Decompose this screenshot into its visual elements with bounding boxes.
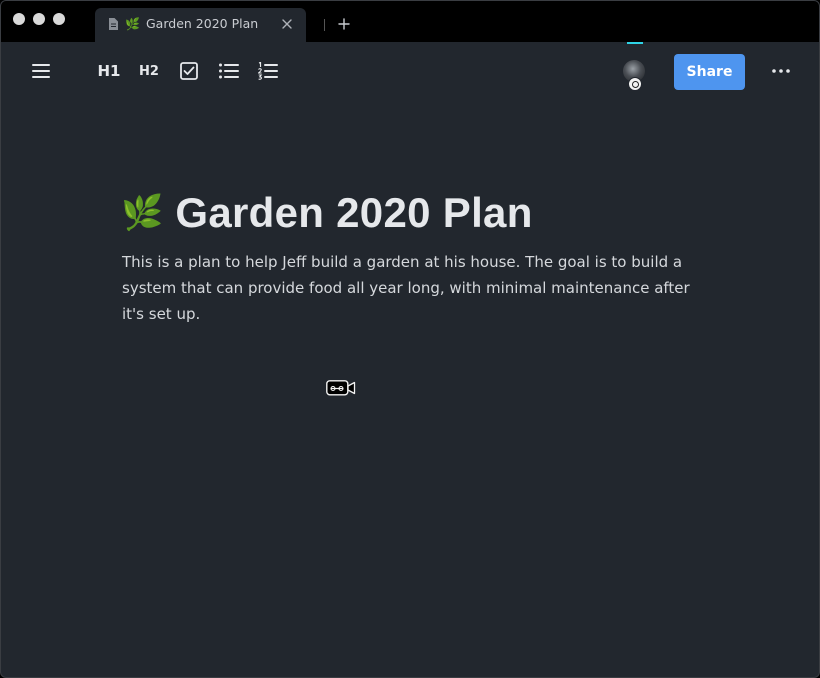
bulleted-list-button[interactable] [217, 59, 241, 83]
leaf-emoji-icon: 🌿 [121, 193, 164, 233]
tab-garden-plan[interactable]: 🌿 Garden 2020 Plan [95, 8, 306, 42]
tab-divider [324, 19, 325, 31]
heading-1-button[interactable]: H1 [96, 59, 122, 83]
document-icon [109, 18, 118, 30]
presence-badge [628, 77, 642, 91]
close-icon[interactable] [281, 18, 293, 30]
share-button[interactable]: Share [674, 54, 745, 90]
page-title[interactable]: 🌿 Garden 2020 Plan [121, 188, 533, 238]
document-title-text: Garden 2020 Plan [175, 189, 533, 236]
more-horizontal-icon [772, 69, 790, 73]
editor-toolbar: H1 H2 Share [1, 42, 819, 100]
checkbox-icon [180, 62, 198, 80]
more-options-button[interactable] [769, 59, 793, 83]
checklist-button[interactable] [177, 59, 201, 83]
menu-button[interactable] [29, 59, 53, 83]
maximize-window-button[interactable] [53, 13, 65, 25]
minimize-window-button[interactable] [33, 13, 45, 25]
title-bar: 🌿 Garden 2020 Plan [1, 1, 819, 42]
app-window: 🌿 Garden 2020 Plan H1 H2 Share 🌿 Garden … [0, 0, 820, 678]
plus-icon[interactable] [337, 17, 351, 31]
heading-2-button[interactable]: H2 [136, 59, 162, 83]
document-paragraph[interactable]: This is a plan to help Jeff build a gard… [122, 249, 702, 327]
active-user-indicator [627, 42, 643, 44]
leaf-emoji-icon: 🌿 [125, 17, 140, 31]
document-content: 🌿 Garden 2020 Plan This is a plan to hel… [1, 100, 819, 677]
video-camera-icon[interactable] [326, 380, 356, 396]
numbered-list-button[interactable] [256, 59, 280, 83]
numbered-list-icon [258, 62, 278, 80]
tab-title: Garden 2020 Plan [146, 16, 259, 31]
hamburger-menu-icon [32, 64, 50, 78]
close-window-button[interactable] [13, 13, 25, 25]
bulleted-list-icon [219, 63, 239, 79]
